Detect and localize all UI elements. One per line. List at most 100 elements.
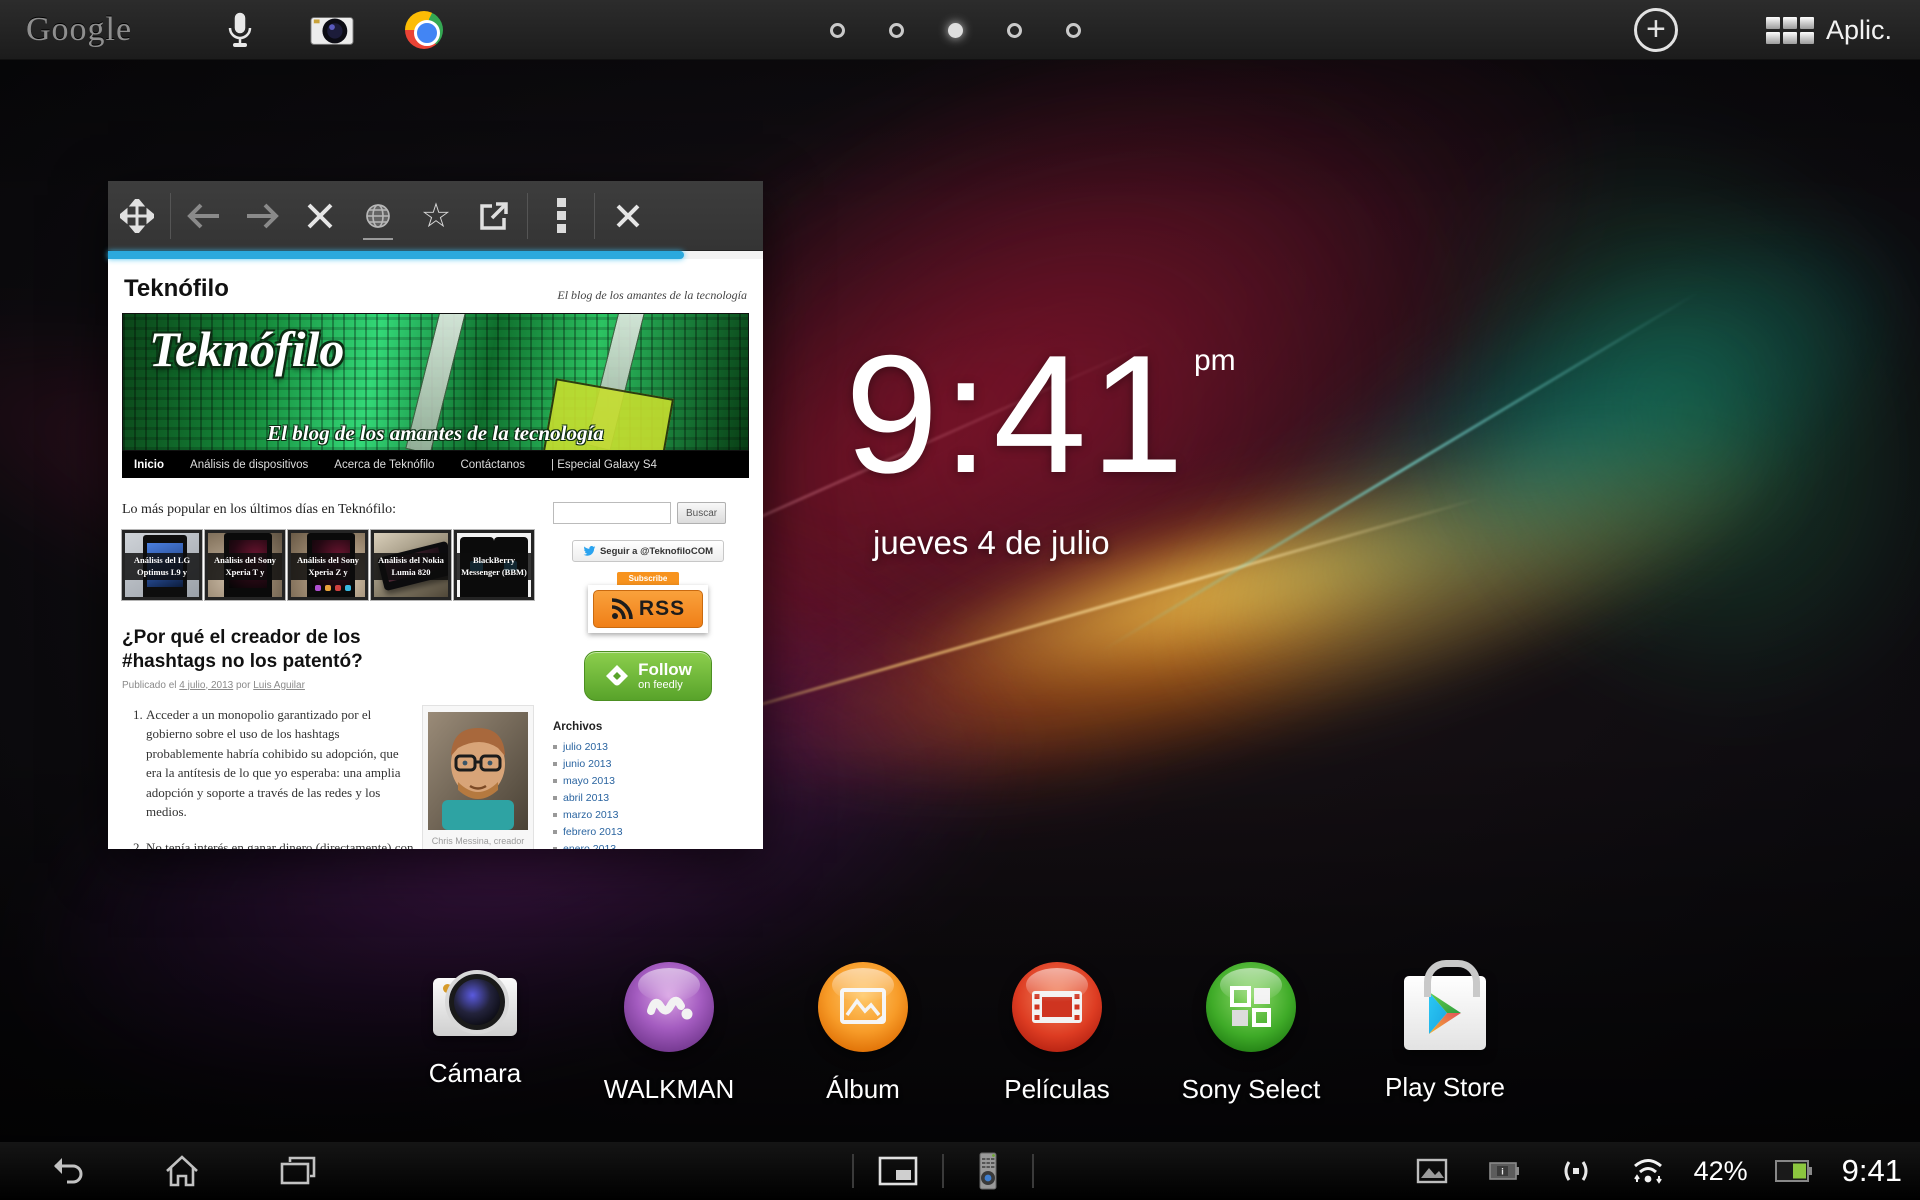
archive-link[interactable]: mayo 2013	[563, 775, 615, 787]
stop-loading-icon[interactable]	[291, 190, 349, 242]
screenshot-notification-icon[interactable]	[1406, 1145, 1458, 1197]
app-peliculas[interactable]: Películas	[982, 962, 1132, 1105]
app-label: Películas	[1004, 1074, 1110, 1105]
app-label: Cámara	[429, 1058, 521, 1089]
popular-heading: Lo más popular en los últimos días en Te…	[122, 502, 537, 518]
article-list-item: No tenía interés en ganar dinero (direct…	[146, 838, 414, 850]
site-banner: Teknófilo El blog de los amantes de la t…	[122, 313, 749, 451]
battery-status-icon[interactable]	[1768, 1145, 1820, 1197]
search-button[interactable]: Buscar	[677, 502, 726, 524]
play-store-app-icon	[1404, 976, 1486, 1050]
archive-link[interactable]: enero 2013	[563, 843, 616, 849]
thumbnail-lg-optimus[interactable]: Análisis del LG Optimus L9 y	[122, 530, 202, 600]
google-search-widget[interactable]: Google	[26, 11, 132, 49]
battery-info-notification-icon[interactable]: i	[1478, 1145, 1530, 1197]
byline-author-link[interactable]: Luis Aguilar	[253, 680, 305, 691]
movies-app-icon	[1012, 962, 1102, 1052]
archive-link[interactable]: julio 2013	[563, 741, 608, 753]
app-sony-select[interactable]: Sony Select	[1176, 962, 1326, 1105]
page-dot[interactable]	[1066, 23, 1081, 38]
article-photo-figure: Chris Messina, creador de los hashtags	[422, 705, 534, 850]
forward-icon[interactable]	[233, 190, 291, 242]
app-label: Play Store	[1385, 1072, 1505, 1103]
home-page-indicator[interactable]	[830, 0, 1081, 60]
battery-percent[interactable]: 42%	[1694, 1156, 1748, 1187]
page-dot[interactable]	[889, 23, 904, 38]
article-title[interactable]: ¿Por qué el creador de los #hashtags no …	[122, 626, 452, 674]
archive-link[interactable]: febrero 2013	[563, 826, 623, 838]
article-list-item: Acceder a un monopolio garantizado por e…	[146, 705, 414, 822]
article-list: Acceder a un monopolio garantizado por e…	[122, 705, 414, 850]
article-byline: Publicado el 4 julio, 2013 por Luis Agui…	[122, 680, 537, 691]
twitter-follow-label: Seguir a @TeknofiloCOM	[600, 546, 713, 557]
voice-search-icon[interactable]	[218, 8, 262, 52]
thumbnail-xperia-t[interactable]: Análisis del Sony Xperia T y	[205, 530, 285, 600]
home-nav-icon[interactable]	[156, 1145, 208, 1197]
rss-widget[interactable]: RSS	[588, 585, 708, 633]
move-window-icon[interactable]	[108, 190, 166, 242]
app-camara[interactable]: Cámara	[400, 962, 550, 1105]
archives-widget: Archivos julio 2013 junio 2013 mayo 2013…	[553, 721, 743, 849]
banner-logo-text: Teknófilo	[149, 320, 344, 378]
nav-analisis[interactable]: Análisis de dispositivos	[190, 459, 308, 471]
subscribe-tab[interactable]: Subscribe	[617, 572, 679, 585]
apps-button-label[interactable]: Aplic.	[1826, 15, 1892, 46]
recent-apps-nav-icon[interactable]	[272, 1145, 324, 1197]
apps-grid-icon[interactable]	[1766, 17, 1814, 44]
system-navigation-bar: i 42% 9:4	[0, 1142, 1920, 1200]
overflow-menu-icon[interactable]	[532, 190, 590, 242]
app-dock: Cámara WALKMAN Álbum	[400, 962, 1520, 1105]
page-dot[interactable]	[1007, 23, 1022, 38]
thumbnail-bbm[interactable]: BlackBerry Messenger (BBM)	[454, 530, 534, 600]
feedly-label-1: Follow	[638, 661, 692, 679]
feedly-icon	[604, 663, 630, 689]
site-navigation: Inicio Análisis de dispositivos Acerca d…	[122, 451, 749, 478]
feedly-follow-button[interactable]: Follow on feedly	[584, 651, 712, 701]
chrome-icon[interactable]	[402, 8, 446, 52]
search-input[interactable]	[553, 502, 671, 524]
active-tab-globe-icon[interactable]	[349, 190, 407, 242]
close-window-icon[interactable]	[599, 190, 657, 242]
remote-control-icon[interactable]	[962, 1145, 1014, 1197]
bookmark-star-icon[interactable]: ☆	[407, 190, 465, 242]
nav-contactanos[interactable]: Contáctanos	[460, 459, 525, 471]
thumbnail-nokia-lumia[interactable]: Análisis del Nokia Lumia 820	[371, 530, 451, 600]
back-icon[interactable]	[175, 190, 233, 242]
back-nav-icon[interactable]	[40, 1145, 92, 1197]
site-title[interactable]: Teknófilo	[124, 275, 229, 303]
add-widget-button[interactable]: +	[1634, 8, 1678, 52]
twitter-bird-icon	[583, 546, 596, 557]
small-apps-icon[interactable]	[872, 1145, 924, 1197]
app-album[interactable]: Álbum	[788, 962, 938, 1105]
browser-toolbar: ☆	[108, 181, 763, 251]
archive-link[interactable]: abril 2013	[563, 792, 609, 804]
thumbnail-caption: Análisis del LG Optimus L9 y	[125, 553, 199, 579]
archives-heading: Archivos	[553, 721, 743, 733]
open-in-full-browser-icon[interactable]	[465, 190, 523, 242]
byline-date-link[interactable]: 4 julio, 2013	[179, 680, 233, 691]
page-dot-active[interactable]	[948, 23, 963, 38]
archive-link[interactable]: marzo 2013	[563, 809, 618, 821]
twitter-follow-button[interactable]: Seguir a @TeknofiloCOM	[572, 540, 724, 562]
camera-app-icon	[433, 978, 517, 1036]
article: ¿Por qué el creador de los #hashtags no …	[122, 626, 537, 849]
chris-messina-photo	[428, 712, 528, 830]
page-dot[interactable]	[830, 23, 845, 38]
clock-widget[interactable]: 9:41 pm jueves 4 de julio	[845, 330, 1236, 562]
walkman-app-icon	[624, 962, 714, 1052]
wireless-connect-icon[interactable]	[1550, 1145, 1602, 1197]
thumbnail-caption: Análisis del Sony Xperia T y	[208, 553, 282, 579]
nav-especial-galaxy-s4[interactable]: | Especial Galaxy S4	[551, 459, 657, 471]
nav-inicio[interactable]: Inicio	[134, 459, 164, 471]
thumbnail-xperia-z[interactable]: Análisis del Sony Xperia Z y	[288, 530, 368, 600]
popular-thumbnails: Análisis del LG Optimus L9 y Análisis de…	[122, 530, 537, 600]
camera-shortcut-icon[interactable]	[310, 8, 354, 52]
status-bar-clock[interactable]: 9:41	[1842, 1153, 1902, 1189]
byline-por: por	[236, 680, 250, 691]
app-play-store[interactable]: Play Store	[1370, 962, 1520, 1105]
wifi-status-icon[interactable]	[1622, 1145, 1674, 1197]
thumbnail-caption: Análisis del Nokia Lumia 820	[374, 553, 448, 579]
nav-acerca[interactable]: Acerca de Teknófilo	[334, 459, 434, 471]
app-walkman[interactable]: WALKMAN	[594, 962, 744, 1105]
archive-link[interactable]: junio 2013	[563, 758, 611, 770]
